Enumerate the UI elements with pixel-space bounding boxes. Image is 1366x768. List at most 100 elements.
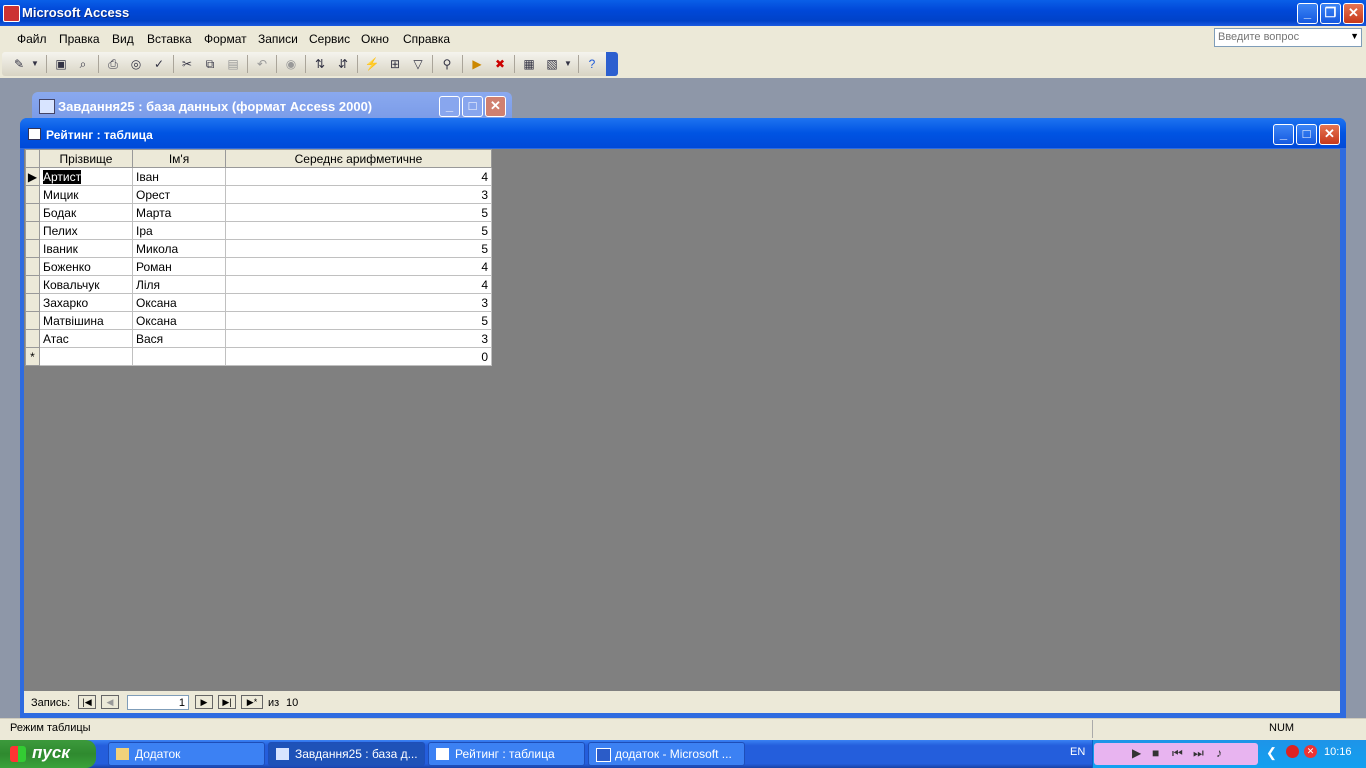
find-icon[interactable]: ⚲ [438,55,456,73]
restore-button[interactable]: ❐ [1320,3,1341,24]
name-cell[interactable]: Роман [132,257,226,276]
average-cell[interactable]: 3 [225,329,492,348]
menu-format[interactable]: Формат [204,32,247,46]
copy-icon[interactable]: ⧉ [201,55,219,73]
taskbar-item-word[interactable]: додаток - Microsoft ... [588,742,745,766]
table-row[interactable]: Боженко Роман 4 [25,257,492,276]
table-minimize-button[interactable]: _ [1273,124,1294,145]
language-indicator[interactable]: EN [1070,746,1085,758]
surname-cell[interactable]: Пелих [39,221,133,240]
name-cell[interactable]: Орест [132,185,226,204]
back-arrow-icon[interactable]: ❮ [1266,745,1277,761]
volume-icon[interactable]: ♪ [1216,746,1222,760]
row-selector[interactable] [25,311,40,330]
menu-view[interactable]: Вид [112,32,134,46]
close-icon[interactable]: ✕ [1304,745,1317,758]
taskbar-item-database[interactable]: Завдання25 : база д... [268,742,425,766]
average-cell[interactable]: 4 [225,275,492,294]
toolbar-options-icon[interactable] [606,52,618,76]
column-header[interactable]: Ім'я [132,149,226,168]
name-cell[interactable]: Вася [132,329,226,348]
help-search-input[interactable] [1215,29,1349,45]
menu-tools[interactable]: Сервис [309,32,350,46]
surname-cell[interactable]: Бодак [39,203,133,222]
taskbar-item-folder[interactable]: Додаток [108,742,265,766]
sort-ascending-icon[interactable]: ⇅ [311,55,329,73]
undo-icon[interactable]: ↶ [253,55,271,73]
surname-cell[interactable]: Захарко [39,293,133,312]
hyperlink-icon[interactable]: ◉ [282,55,300,73]
current-record-indicator[interactable]: ▶ [25,167,40,186]
table-row[interactable]: Іваник Микола 5 [25,239,492,258]
new-object-icon[interactable]: ▧ [543,55,561,73]
table-row[interactable]: ▶ Артист Іван 4 [25,167,492,186]
table-window-titlebar[interactable] [20,118,1346,148]
print-preview-icon[interactable]: ◎ [127,55,145,73]
paste-icon[interactable]: ▤ [224,55,242,73]
name-cell[interactable]: Іван [132,167,226,186]
db-close-button[interactable]: ✕ [485,96,506,117]
new-record-row[interactable]: * 0 [25,347,492,366]
close-button[interactable]: ✕ [1343,3,1364,24]
surname-cell[interactable] [39,347,133,366]
row-selector[interactable] [25,329,40,348]
apply-filter-icon[interactable]: ▽ [409,55,427,73]
database-window-icon[interactable]: ▦ [520,55,538,73]
new-record-icon[interactable]: ▶ [468,55,486,73]
design-view-icon[interactable]: ✎ [10,55,28,73]
row-selector[interactable] [25,257,40,276]
first-record-button[interactable]: |◀ [78,695,96,709]
print-icon[interactable]: ⎙ [104,55,122,73]
table-row[interactable]: Атас Вася 3 [25,329,492,348]
start-button[interactable]: пуск [0,740,96,768]
average-cell[interactable]: 5 [225,203,492,222]
table-maximize-button[interactable]: □ [1296,124,1317,145]
surname-cell[interactable]: Боженко [39,257,133,276]
surname-cell[interactable]: Ковальчук [39,275,133,294]
column-header[interactable]: Середнє арифметичне [225,149,492,168]
save-icon[interactable]: ▣ [52,55,70,73]
row-selector[interactable] [25,185,40,204]
taskbar-item-table[interactable]: Рейтинг : таблица [428,742,585,766]
select-all-corner[interactable] [25,149,40,168]
name-cell[interactable]: Оксана [132,311,226,330]
db-minimize-button[interactable]: _ [439,96,460,117]
menu-help[interactable]: Справка [403,32,450,46]
table-row[interactable]: Пелих Іра 5 [25,221,492,240]
table-row[interactable]: Ковальчук Ліля 4 [25,275,492,294]
sort-descending-icon[interactable]: ⇵ [334,55,352,73]
surname-cell[interactable]: Атас [39,329,133,348]
menu-insert[interactable]: Вставка [147,32,192,46]
surname-cell[interactable]: Артист [39,167,133,186]
stop-icon[interactable]: ■ [1152,746,1159,760]
name-cell[interactable]: Оксана [132,293,226,312]
cut-icon[interactable]: ✂ [178,55,196,73]
previous-record-button[interactable]: ◀ [101,695,119,709]
spelling-icon[interactable]: ✓ [150,55,168,73]
average-cell[interactable]: 3 [225,293,492,312]
surname-cell[interactable]: Іваник [39,239,133,258]
row-selector[interactable] [25,239,40,258]
name-cell[interactable]: Марта [132,203,226,222]
name-cell[interactable]: Ліля [132,275,226,294]
average-cell[interactable]: 4 [225,167,492,186]
new-record-nav-button[interactable]: ▶* [241,695,263,709]
average-cell[interactable]: 0 [225,347,492,366]
name-cell[interactable]: Іра [132,221,226,240]
menu-records[interactable]: Записи [258,32,298,46]
table-row[interactable]: Захарко Оксана 3 [25,293,492,312]
row-selector[interactable] [25,275,40,294]
average-cell[interactable]: 5 [225,311,492,330]
name-cell[interactable] [132,347,226,366]
next-track-icon[interactable]: ⏭ [1193,746,1204,761]
help-search-box[interactable]: ▼ [1214,28,1362,47]
average-cell[interactable]: 4 [225,257,492,276]
next-record-button[interactable]: ▶ [195,695,213,709]
menu-file[interactable]: Файл [17,32,47,46]
filter-by-form-icon[interactable]: ⊞ [386,55,404,73]
chevron-down-icon[interactable]: ▼ [30,55,40,73]
row-selector[interactable] [25,221,40,240]
average-cell[interactable]: 3 [225,185,492,204]
table-row[interactable]: Мицик Орест 3 [25,185,492,204]
menu-edit[interactable]: Правка [59,32,100,46]
